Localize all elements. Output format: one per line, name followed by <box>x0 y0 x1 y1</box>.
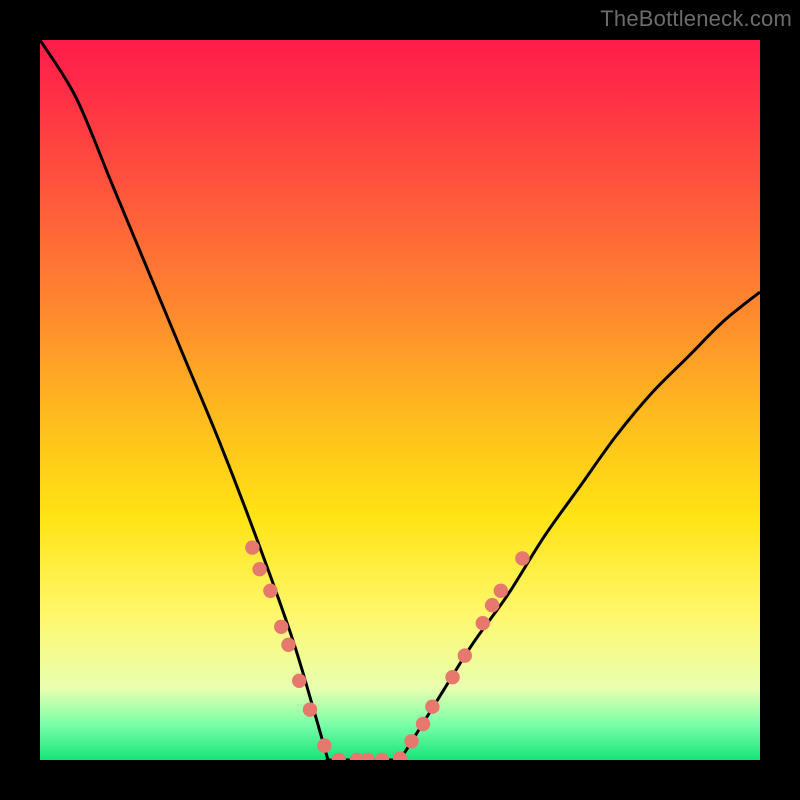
data-marker <box>274 620 288 634</box>
data-marker <box>416 717 430 731</box>
data-marker <box>375 753 389 760</box>
data-marker <box>485 598 499 612</box>
chart-stage: TheBottleneck.com <box>0 0 800 800</box>
data-marker <box>245 540 259 554</box>
marker-layer <box>245 540 529 760</box>
plot-area <box>40 40 760 760</box>
data-marker <box>332 753 346 760</box>
data-marker <box>458 648 472 662</box>
data-marker <box>303 702 317 716</box>
data-marker <box>292 674 306 688</box>
watermark-text: TheBottleneck.com <box>600 6 792 32</box>
data-marker <box>252 562 266 576</box>
data-marker <box>494 584 508 598</box>
data-marker <box>360 753 374 760</box>
series-layer <box>40 40 760 760</box>
data-marker <box>515 551 529 565</box>
data-marker <box>317 738 331 752</box>
data-marker <box>263 584 277 598</box>
data-marker <box>425 700 439 714</box>
chart-svg <box>40 40 760 760</box>
curve-path <box>40 40 760 760</box>
data-marker <box>445 670 459 684</box>
data-marker <box>476 616 490 630</box>
data-marker <box>404 734 418 748</box>
data-marker <box>281 638 295 652</box>
